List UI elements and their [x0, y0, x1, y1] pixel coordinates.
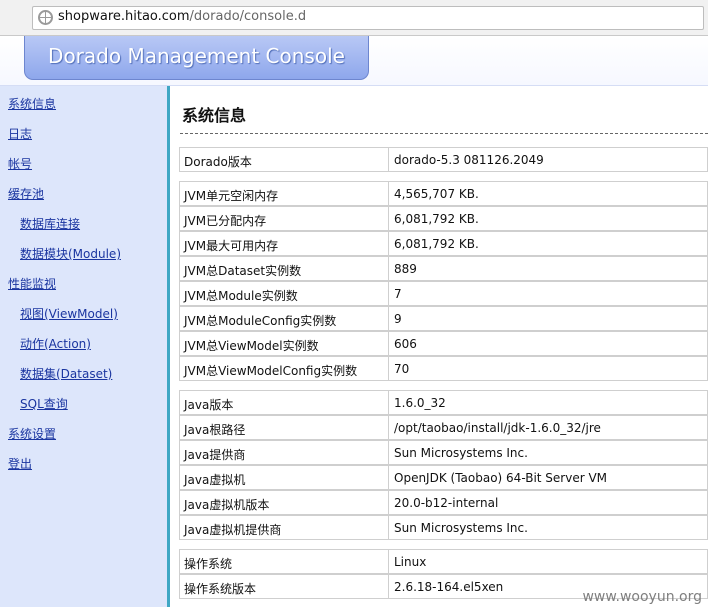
- row-key: Java版本: [184, 398, 234, 412]
- row-key: Java根路径: [184, 423, 246, 437]
- sidebar-item-system-info[interactable]: 系统信息: [8, 95, 56, 112]
- table-row: JVM已分配内存 6,081,792 KB.: [179, 206, 708, 231]
- column-divider: [388, 550, 389, 573]
- url-host: shopware.hitao.com: [58, 9, 190, 24]
- table-row: Java版本 1.6.0_32: [179, 390, 708, 415]
- sidebar-item-system-settings[interactable]: 系统设置: [8, 425, 56, 442]
- table-row: Java虚拟机版本 20.0-b12-internal: [179, 490, 708, 515]
- sidebar-item-viewmodel[interactable]: 视图(ViewModel): [20, 305, 118, 322]
- table-row: JVM单元空闲内存 4,565,707 KB.: [179, 181, 708, 206]
- row-key: Java虚拟机提供商: [184, 523, 282, 537]
- sidebar-item-cache-pool[interactable]: 缓存池: [8, 185, 44, 202]
- table-row: JVM总ViewModelConfig实例数 70: [179, 356, 708, 381]
- table-row: Java根路径/opt/taobao/install/jdk-1.6.0_32/…: [179, 415, 708, 440]
- column-divider: [388, 332, 389, 355]
- watermark: www.wooyun.org: [582, 589, 702, 605]
- row-value: 70: [394, 362, 410, 376]
- table-row: JVM最大可用内存 6,081,792 KB.: [179, 231, 708, 256]
- table-row: 操作系统 Linux: [179, 549, 708, 574]
- row-key: JVM总ViewModelConfig实例数: [184, 364, 358, 378]
- row-value: 6,081,792 KB.: [394, 212, 479, 226]
- row-key: JVM总ViewModel实例数: [184, 339, 319, 353]
- sidebar-item-sql-query[interactable]: SQL查询: [20, 395, 68, 412]
- row-value: 2.6.18-164.el5xen: [394, 580, 504, 594]
- table-row: Java虚拟机 OpenJDK (Taobao) 64-Bit Server VM: [179, 465, 708, 490]
- row-value: 7: [394, 287, 402, 301]
- page-title: 系统信息: [182, 106, 247, 125]
- column-divider: [388, 148, 389, 171]
- row-key: JVM最大可用内存: [184, 239, 279, 253]
- table-row: JVM总Dataset实例数 889: [179, 256, 708, 281]
- row-value: 889: [394, 262, 417, 276]
- row-key: 操作系统: [184, 557, 233, 571]
- column-divider: [388, 232, 389, 255]
- url-path: /dorado/console.d: [189, 9, 307, 24]
- column-divider: [388, 207, 389, 230]
- header-banner: Dorado Management Console: [0, 36, 708, 86]
- column-divider: [388, 466, 389, 489]
- row-key: Java提供商: [184, 448, 246, 462]
- row-value: 1.6.0_32: [394, 396, 446, 410]
- sidebar-item-data-module[interactable]: 数据模块(Module): [20, 245, 121, 262]
- title-divider: [180, 133, 708, 134]
- row-key: Java虚拟机: [184, 473, 246, 487]
- row-key: JVM已分配内存: [184, 214, 267, 228]
- sidebar-item-account[interactable]: 帐号: [8, 155, 32, 172]
- row-value: Sun Microsystems Inc.: [394, 446, 528, 460]
- row-key: JVM总Module实例数: [184, 289, 298, 303]
- row-value: 9: [394, 312, 402, 326]
- column-divider: [388, 257, 389, 280]
- console-title: Dorado Management Console: [48, 44, 345, 68]
- table-row: JVM总ViewModel实例数 606: [179, 331, 708, 356]
- row-value: OpenJDK (Taobao) 64-Bit Server VM: [394, 471, 608, 485]
- row-key: JVM总ModuleConfig实例数: [184, 314, 337, 328]
- column-divider: [388, 307, 389, 330]
- column-divider: [388, 357, 389, 380]
- row-value: /opt/taobao/install/jdk-1.6.0_32/jre: [394, 421, 601, 435]
- row-key: JVM单元空闲内存: [184, 189, 279, 203]
- column-divider: [388, 441, 389, 464]
- row-value: 20.0-b12-internal: [394, 496, 499, 510]
- table-row: Dorado版本 dorado-5.3 081126.2049: [179, 147, 708, 172]
- column-divider: [388, 416, 389, 439]
- row-value: 4,565,707 KB.: [394, 187, 479, 201]
- browser-address-bar: shopware.hitao.com/dorado/console.d: [0, 0, 708, 36]
- row-value: 606: [394, 337, 417, 351]
- row-value: dorado-5.3 081126.2049: [394, 153, 544, 167]
- column-divider: [388, 182, 389, 205]
- sidebar-item-action[interactable]: 动作(Action): [20, 335, 91, 352]
- table-row: Java提供商 Sun Microsystems Inc.: [179, 440, 708, 465]
- row-key: JVM总Dataset实例数: [184, 264, 302, 278]
- column-divider: [388, 575, 389, 598]
- main-content: 系统信息 Dorado版本 dorado-5.3 081126.2049 JVM单…: [173, 86, 708, 607]
- row-key: Java虚拟机版本: [184, 498, 270, 512]
- column-divider: [388, 516, 389, 539]
- row-value: 6,081,792 KB.: [394, 237, 479, 251]
- sidebar-item-performance[interactable]: 性能监视: [8, 275, 56, 292]
- table-row: Java虚拟机提供商 Sun Microsystems Inc.: [179, 515, 708, 540]
- sidebar: 系统信息 日志 帐号 缓存池 数据库连接 数据模块(Module) 性能监视 视…: [0, 86, 170, 607]
- sidebar-item-db-connection[interactable]: 数据库连接: [20, 215, 80, 232]
- row-key: 操作系统版本: [184, 582, 257, 596]
- row-key: Dorado版本: [184, 155, 252, 169]
- sidebar-item-dataset[interactable]: 数据集(Dataset): [20, 365, 112, 382]
- sidebar-item-log[interactable]: 日志: [8, 125, 32, 142]
- globe-icon: [38, 10, 53, 25]
- column-divider: [388, 491, 389, 514]
- row-value: Sun Microsystems Inc.: [394, 521, 528, 535]
- sidebar-item-logout[interactable]: 登出: [8, 455, 32, 472]
- column-divider: [388, 391, 389, 414]
- table-row: JVM总Module实例数 7: [179, 281, 708, 306]
- table-row: JVM总ModuleConfig实例数 9: [179, 306, 708, 331]
- console-title-tab: Dorado Management Console: [24, 36, 369, 80]
- url-text[interactable]: shopware.hitao.com/dorado/console.d: [58, 9, 306, 24]
- row-value: Linux: [394, 555, 427, 569]
- column-divider: [388, 282, 389, 305]
